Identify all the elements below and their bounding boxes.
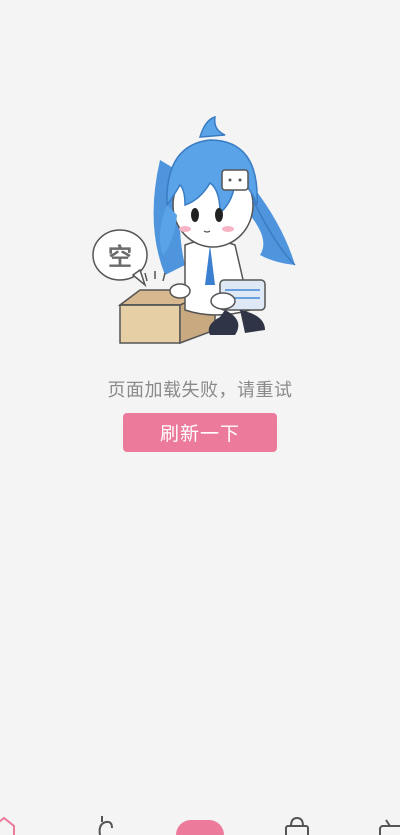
channel-icon bbox=[98, 816, 113, 835]
tab-channel[interactable] bbox=[88, 812, 128, 835]
bubble-text: 空 bbox=[108, 243, 132, 271]
tab-publish[interactable] bbox=[176, 812, 224, 835]
tv-icon bbox=[379, 819, 400, 835]
load-failed-message: 页面加载失败，请重试 bbox=[107, 380, 293, 401]
speech-bubble: 空 bbox=[92, 229, 148, 288]
refresh-button[interactable]: 刷新一下 bbox=[123, 413, 277, 452]
home-icon bbox=[0, 816, 15, 835]
bottom-tab-bar bbox=[0, 812, 400, 835]
tab-home[interactable] bbox=[0, 812, 30, 835]
publish-icon bbox=[176, 820, 224, 835]
empty-state-illustration: 空 bbox=[92, 115, 296, 345]
tab-mall[interactable] bbox=[282, 812, 322, 835]
mall-icon bbox=[285, 816, 309, 835]
tab-tv[interactable] bbox=[376, 812, 400, 835]
